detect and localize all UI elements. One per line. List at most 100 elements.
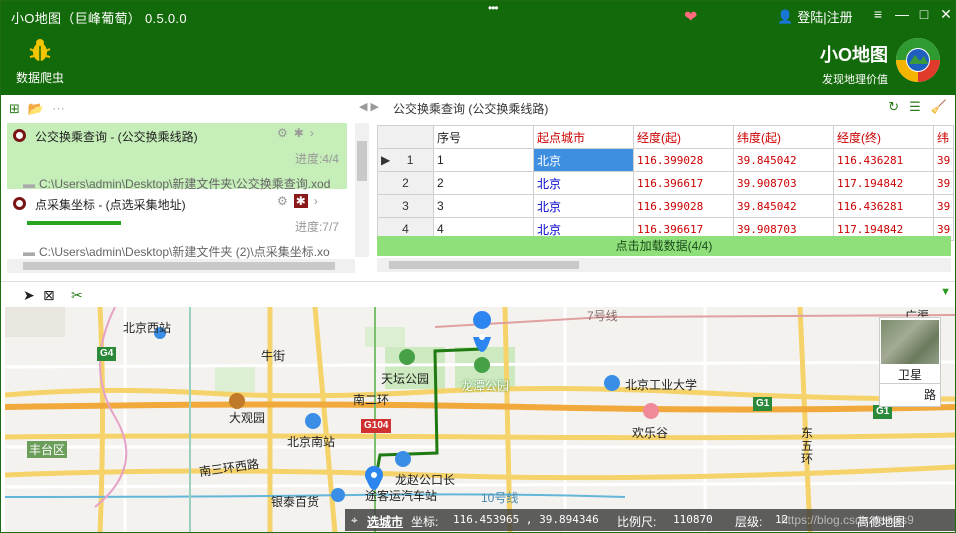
cell-seq[interactable]: 1 [433,148,534,172]
station-icon [305,413,321,429]
table-horizontal-scrollbar[interactable] [377,258,951,272]
nav-arrows[interactable]: ◀ ▶ [359,100,379,113]
cell-seq[interactable]: 2 [433,171,534,195]
amusement-icon [643,403,659,419]
clear-icon[interactable]: ✂ [71,287,83,304]
task-item[interactable]: 点采集坐标 - (点选采集地址) ⚙ ✱ › 进度:7/7 ▬ C:\Users\… [7,191,347,259]
data-panel: ◀ ▶ 公交换乘查询 (公交换乘线路) ↻ ☰ 🧹 序号 起点城市 经度(起) … [359,95,955,275]
scroll-thumb[interactable] [357,141,367,181]
map-label: 银泰百货 [271,495,320,509]
breadcrumb: 公交换乘查询 (公交换乘线路) [393,102,549,116]
new-task-icon[interactable]: ⊞ [9,101,20,116]
task-radio[interactable] [13,197,26,210]
data-spider-button[interactable]: 数据爬虫 [11,37,69,86]
row-number[interactable]: ▶ 1 [377,148,434,172]
bug-icon[interactable]: ✱ [293,194,308,208]
open-folder-icon[interactable]: 📂 [28,101,44,116]
brand-slogan: 发现地理价值 [822,73,888,86]
column-header[interactable]: 序号 [433,125,534,149]
cell-lat-end[interactable]: 39 [932,194,955,218]
load-data-button[interactable]: 点击加载数据(4/4) [377,236,951,256]
refresh-icon[interactable]: ↻ [888,99,899,115]
cell-lat-start[interactable]: 39.845042 [733,194,834,218]
road-shield: G1 [753,397,773,411]
data-panel-header: ◀ ▶ 公交换乘查询 (公交换乘线路) ↻ ☰ 🧹 [359,95,955,119]
settings-icon[interactable]: ⚙ [277,194,288,208]
map-canvas[interactable] [5,307,955,533]
column-header[interactable]: 起点城市 [533,125,634,149]
data-table: 序号 起点城市 经度(起) 纬度(起) 经度(终) 纬 ▶ 1 1 北京 116.… [377,125,955,241]
map-label: 途客运汽车站 [365,489,438,503]
collapse-icon[interactable]: ▼ [940,286,951,298]
column-header[interactable]: 经度(终) [833,125,934,149]
row-header-corner [377,125,434,149]
login-link[interactable]: 👤 登陆|注册 [777,7,853,26]
map-label: 丰台区 [27,441,68,458]
cell-lat-end[interactable]: 39 [932,171,955,195]
column-header[interactable]: 经度(起) [633,125,734,149]
map-status-bar: ⌖ 选城市 坐标: 116.453965 , 39.894346 比例尺: 11… [345,509,955,531]
cell-city[interactable]: 北京 [533,171,634,195]
clean-icon[interactable]: 🧹 [931,99,947,115]
road-toggle[interactable]: 路 [879,383,941,407]
task-panel: ⊞ 📂 ⋯ 公交换乘查询 - (公交换乘线路) ⚙ ✱ › 进度:4/4 ▬ C:… [1,95,373,275]
map-label: 天坛公园 [381,372,430,386]
column-header[interactable]: 纬 [932,125,955,149]
cell-lat-start[interactable]: 39.845042 [733,148,834,172]
minimize-button[interactable]: — [893,6,911,22]
scroll-thumb[interactable] [389,261,579,269]
maximize-button[interactable]: □ [915,6,933,22]
cell-city[interactable]: 北京 [533,148,634,172]
pointer-icon[interactable]: ➤ [23,287,35,304]
bug-icon[interactable]: ✱ [294,126,304,140]
watermark: https://blog.csdn.net/gis9 [781,513,914,527]
more-icon[interactable]: ⋯ [52,101,65,116]
task-item[interactable]: 公交换乘查询 - (公交换乘线路) ⚙ ✱ › 进度:4/4 ▬ C:\Users… [7,123,347,191]
satellite-label: 卫星 [897,368,922,382]
cell-lng-start[interactable]: 116.396617 [633,171,734,195]
next-icon[interactable]: › [314,194,318,208]
map-label: 7号线 [587,309,618,323]
scenic-icon [229,393,245,409]
settings-icon[interactable]: ⚙ [277,126,288,140]
row-number[interactable]: 2 [377,171,434,195]
task-radio[interactable] [13,129,26,142]
map-label: 10号线 [481,491,519,505]
menu-icon[interactable]: ≡ [869,6,887,22]
table-row[interactable]: 2 2 北京 116.396617 39.908703 117.194842 3… [377,171,955,195]
map-label: 北京西站 [123,321,172,335]
cell-seq[interactable]: 3 [433,194,534,218]
list-icon[interactable]: ☰ [909,99,921,115]
more-dots[interactable]: ••• [488,1,499,15]
road-shield: G1 [873,405,893,419]
road-shield: G104 [361,419,392,433]
task-horizontal-scrollbar[interactable] [7,259,355,273]
cell-lng-start[interactable]: 116.399028 [633,148,734,172]
task-vertical-scrollbar[interactable] [355,123,369,257]
cell-lat-end[interactable]: 39 [932,148,955,172]
map-view[interactable]: 北京西站 牛街 天坛公园 龙潭公园 北京工业大学 大观园 南二环 北京南站 欢乐… [5,307,955,533]
scroll-thumb[interactable] [23,262,335,270]
satellite-thumbnail [881,320,939,364]
cell-lng-end[interactable]: 117.194842 [833,171,934,195]
task-actions: ⚙ ✱ › [277,194,318,208]
task-tools: ⊞ 📂 ⋯ [1,95,373,121]
map-label: 北京南站 [287,435,336,449]
cell-city[interactable]: 北京 [533,194,634,218]
cell-lng-end[interactable]: 116.436281 [833,148,934,172]
next-icon[interactable]: › [310,126,314,140]
data-spider-label: 数据爬虫 [15,71,64,85]
row-number[interactable]: 3 [377,194,434,218]
cell-lng-end[interactable]: 116.436281 [833,194,934,218]
map-toolbar: ➤ ⊠ ✂ ▼ [1,281,955,307]
heart-icon[interactable]: ❤ [684,7,697,27]
cell-lat-start[interactable]: 39.908703 [733,171,834,195]
satellite-toggle[interactable]: 卫星 [879,317,941,387]
table-row[interactable]: ▶ 1 1 北京 116.399028 39.845042 116.436281 … [377,148,955,172]
table-row[interactable]: 3 3 北京 116.399028 39.845042 116.436281 3… [377,194,955,218]
cell-lng-start[interactable]: 116.399028 [633,194,734,218]
column-header[interactable]: 纬度(起) [733,125,834,149]
select-box-icon[interactable]: ⊠ [43,287,55,304]
close-button[interactable]: ✕ [937,6,955,23]
select-city-link[interactable]: 选城市 [367,513,403,530]
